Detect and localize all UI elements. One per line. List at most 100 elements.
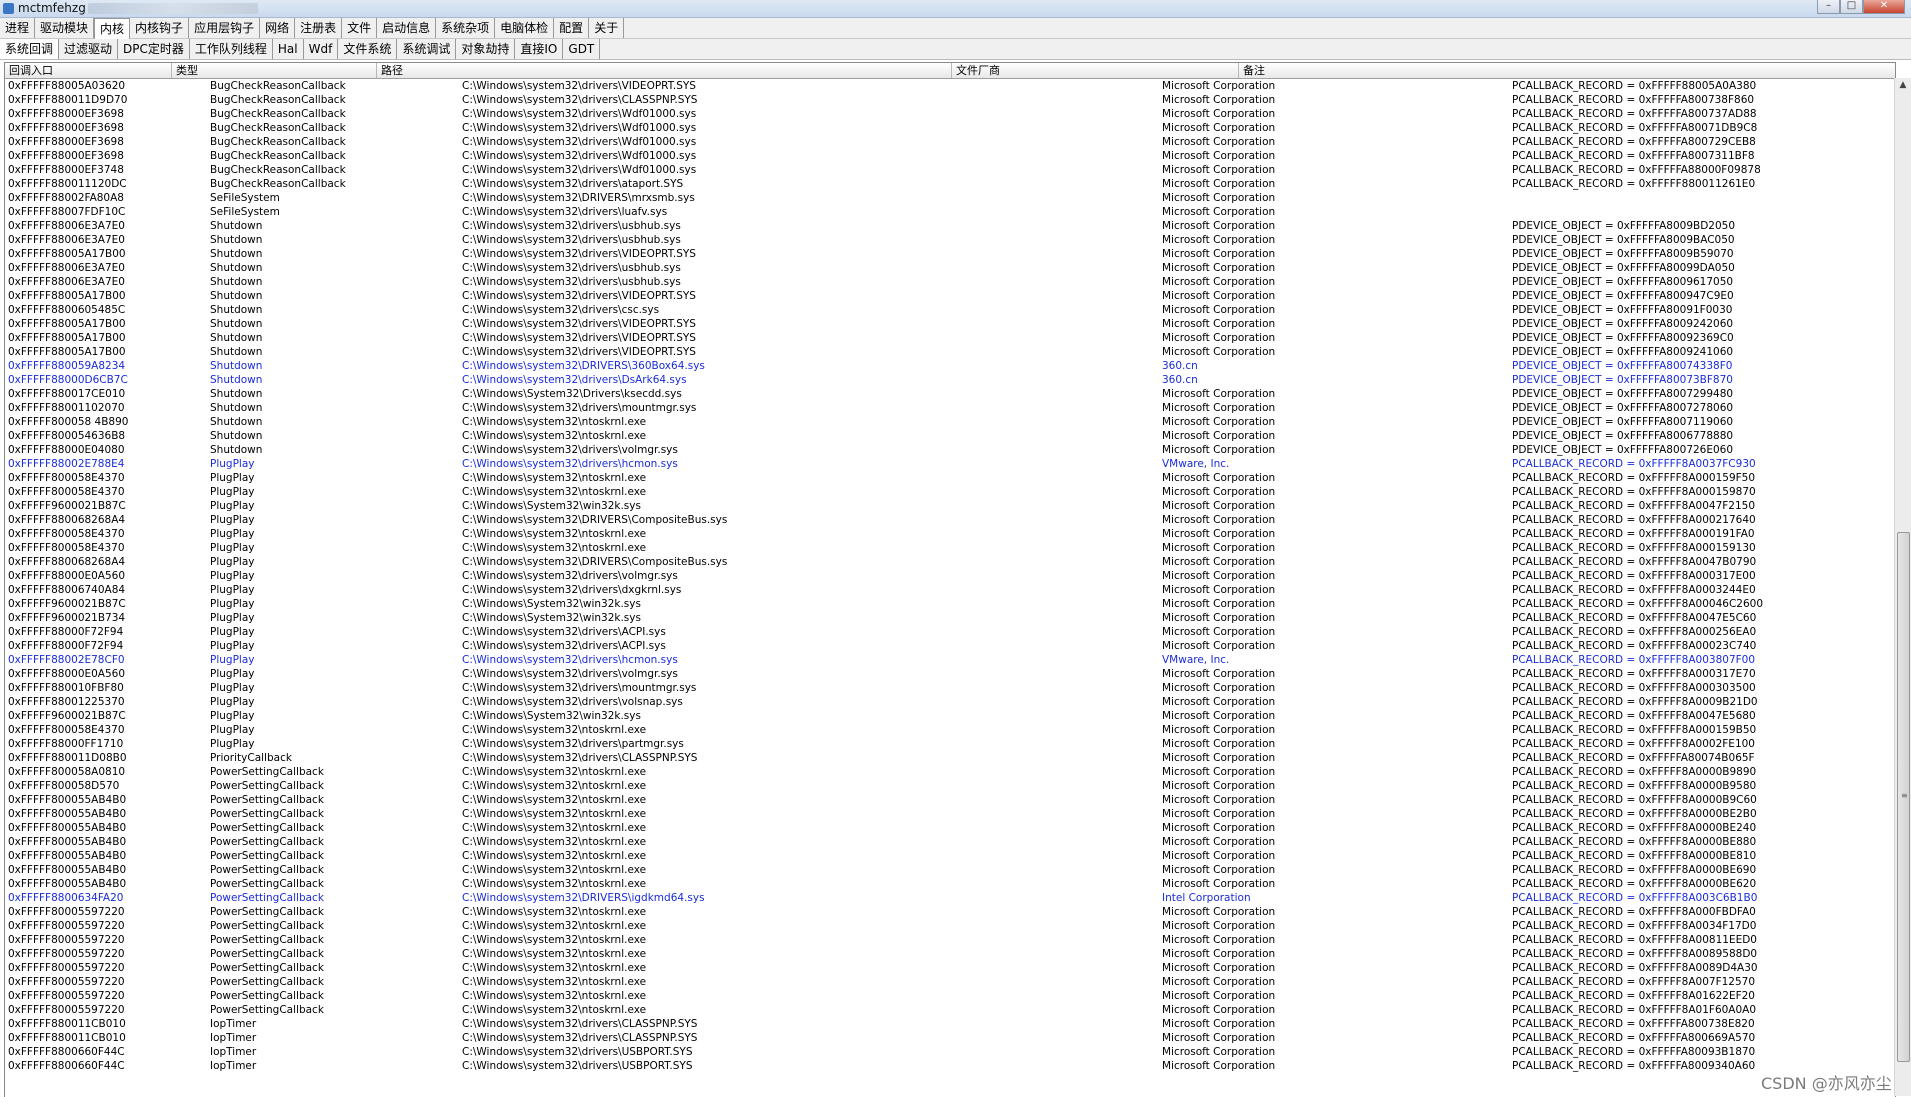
table-row[interactable]: 0xFFFFF88000E0A560 PlugPlay C:\Windows\sys…	[5, 569, 1895, 583]
subtab-1[interactable]: 过滤驱动	[59, 39, 119, 59]
subtab-6[interactable]: 文件系统	[338, 39, 398, 59]
tab-9[interactable]: 系统杂项	[436, 18, 496, 38]
table-row[interactable]: 0xFFFFF88000D6CB7C Shutdown C:\Windows\sys…	[5, 373, 1895, 387]
table-row[interactable]: 0xFFFFF80005597220 PowerSettingCallback C:…	[5, 975, 1895, 989]
table-row[interactable]: 0xFFFFF880017CE010 Shutdown C:\Windows\Sys…	[5, 387, 1895, 401]
subtab-10[interactable]: GDT	[563, 39, 601, 59]
table-row[interactable]: 0xFFFFF800058E4370 PlugPlay C:\Windows\sys…	[5, 723, 1895, 737]
table-row[interactable]: 0xFFFFF9600021B87C PlugPlay C:\Windows\Sys…	[5, 499, 1895, 513]
table-row[interactable]: 0xFFFFF88005A17B00 Shutdown C:\Windows\sys…	[5, 317, 1895, 331]
subtab-3[interactable]: 工作队列线程	[190, 39, 273, 59]
table-row[interactable]: 0xFFFFF9600021B87C PlugPlay C:\Windows\Sys…	[5, 597, 1895, 611]
table-row[interactable]: 0xFFFFF88002FA80A8 SeFileSystem C:\Windows…	[5, 191, 1895, 205]
tab-4[interactable]: 应用层钩子	[189, 18, 261, 38]
table-row[interactable]: 0xFFFFF800055AB4B0 PowerSettingCallback C:…	[5, 877, 1895, 891]
table-row[interactable]: 0xFFFFF800055AB4B0 PowerSettingCallback C:…	[5, 821, 1895, 835]
tab-6[interactable]: 注册表	[295, 18, 343, 38]
table-row[interactable]: 0xFFFFF800058 4B890 Shutdown C:\Windows\sy…	[5, 415, 1895, 429]
table-row[interactable]: 0xFFFFF800055AB4B0 PowerSettingCallback C:…	[5, 863, 1895, 877]
table-row[interactable]: 0xFFFFF8800605485C Shutdown C:\Windows\sys…	[5, 303, 1895, 317]
table-row[interactable]: 0xFFFFF88006E3A7E0 Shutdown C:\Windows\sys…	[5, 275, 1895, 289]
table-row[interactable]: 0xFFFFF88005A17B00 Shutdown C:\Windows\sys…	[5, 345, 1895, 359]
table-row[interactable]: 0xFFFFF88001225370 PlugPlay C:\Windows\sys…	[5, 695, 1895, 709]
table-row[interactable]: 0xFFFFF80005597220 PowerSettingCallback C:…	[5, 1003, 1895, 1017]
table-row[interactable]: 0xFFFFF800055AB4B0 PowerSettingCallback C:…	[5, 849, 1895, 863]
table-row[interactable]: 0xFFFFF800058A0810 PowerSettingCallback C:…	[5, 765, 1895, 779]
table-row[interactable]: 0xFFFFF88000EF3698 BugCheckReasonCallback…	[5, 121, 1895, 135]
column-header-type[interactable]: 类型	[171, 63, 376, 78]
table-row[interactable]: 0xFFFFF800058E4370 PlugPlay C:\Windows\sys…	[5, 485, 1895, 499]
table-row[interactable]: 0xFFFFF800058D570 PowerSettingCallback C:\…	[5, 779, 1895, 793]
table-row[interactable]: 0xFFFFF880011CB010 IopTimer C:\Windows\sys…	[5, 1017, 1895, 1031]
table-row[interactable]: 0xFFFFF88000FF1710 PlugPlay C:\Windows\sys…	[5, 737, 1895, 751]
table-row[interactable]: 0xFFFFF88000EF3698 BugCheckReasonCallback…	[5, 149, 1895, 163]
table-row[interactable]: 0xFFFFF80005597220 PowerSettingCallback C:…	[5, 989, 1895, 1003]
table-row[interactable]: 0xFFFFF88006E3A7E0 Shutdown C:\Windows\sys…	[5, 219, 1895, 233]
table-row[interactable]: 0xFFFFF80005597220 PowerSettingCallback C:…	[5, 919, 1895, 933]
table-row[interactable]: 0xFFFFF9600021B734 PlugPlay C:\Windows\Sys…	[5, 611, 1895, 625]
table-row[interactable]: 0xFFFFF880011CB010 IopTimer C:\Windows\sys…	[5, 1031, 1895, 1045]
tab-2[interactable]: 内核	[94, 18, 131, 40]
table-row[interactable]: 0xFFFFF8800660F44C IopTimer C:\Windows\sys…	[5, 1059, 1895, 1073]
tab-3[interactable]: 内核钩子	[130, 18, 190, 38]
table-row[interactable]: 0xFFFFF88000EF3698 BugCheckReasonCallback…	[5, 107, 1895, 121]
table-row[interactable]: 0xFFFFF880010FBF80 PlugPlay C:\Windows\sys…	[5, 681, 1895, 695]
column-header-vendor[interactable]: 文件厂商	[951, 63, 1238, 78]
column-header-note[interactable]: 备注	[1238, 63, 1895, 78]
tab-1[interactable]: 驱动模块	[35, 18, 95, 38]
table-row[interactable]: 0xFFFFF88000EF3698 BugCheckReasonCallback…	[5, 135, 1895, 149]
table-row[interactable]: 0xFFFFF880011D08B0 PriorityCallback C:\Win…	[5, 751, 1895, 765]
subtab-2[interactable]: DPC定时器	[118, 39, 190, 59]
minimize-button[interactable]: –	[1817, 0, 1840, 14]
table-row[interactable]: 0xFFFFF8800634FA20 PowerSettingCallback C:…	[5, 891, 1895, 905]
table-row[interactable]: 0xFFFFF88005A17B00 Shutdown C:\Windows\sys…	[5, 247, 1895, 261]
table-row[interactable]: 0xFFFFF800058E4370 PlugPlay C:\Windows\sys…	[5, 527, 1895, 541]
table-row[interactable]: 0xFFFFF880068268A4 PlugPlay C:\Windows\sys…	[5, 513, 1895, 527]
table-row[interactable]: 0xFFFFF88002E78CF0 PlugPlay C:\Windows\sys…	[5, 653, 1895, 667]
table-row[interactable]: 0xFFFFF800058E4370 PlugPlay C:\Windows\sys…	[5, 541, 1895, 555]
table-row[interactable]: 0xFFFFF880011120DC BugCheckReasonCallback…	[5, 177, 1895, 191]
table-row[interactable]: 0xFFFFF800058E4370 PlugPlay C:\Windows\sys…	[5, 471, 1895, 485]
table-row[interactable]: 0xFFFFF88002E788E4 PlugPlay C:\Windows\sys…	[5, 457, 1895, 471]
table-row[interactable]: 0xFFFFF80005597220 PowerSettingCallback C:…	[5, 905, 1895, 919]
table-row[interactable]: 0xFFFFF9600021B87C PlugPlay C:\Windows\Sys…	[5, 709, 1895, 723]
maximize-button[interactable]: □	[1840, 0, 1863, 14]
column-header-path[interactable]: 路径	[376, 63, 951, 78]
tab-10[interactable]: 电脑体检	[495, 18, 555, 38]
table-row[interactable]: 0xFFFFF88000E04080 Shutdown C:\Windows\sys…	[5, 443, 1895, 457]
tab-0[interactable]: 进程	[0, 18, 36, 38]
table-row[interactable]: 0xFFFFF88005A03620 BugCheckReasonCallback…	[5, 79, 1895, 93]
scroll-up-arrow-icon[interactable]: ▲	[1895, 78, 1911, 92]
table-row[interactable]: 0xFFFFF80005597220 PowerSettingCallback C:…	[5, 961, 1895, 975]
table-row[interactable]: 0xFFFFF80005597220 PowerSettingCallback C:…	[5, 947, 1895, 961]
subtab-5[interactable]: Wdf	[304, 39, 339, 59]
tab-11[interactable]: 配置	[554, 18, 590, 38]
table-row[interactable]: 0xFFFFF88001102070 Shutdown C:\Windows\sys…	[5, 401, 1895, 415]
table-row[interactable]: 0xFFFFF800055AB4B0 PowerSettingCallback C:…	[5, 807, 1895, 821]
table-row[interactable]: 0xFFFFF8800660F44C IopTimer C:\Windows\sys…	[5, 1045, 1895, 1059]
table-row[interactable]: 0xFFFFF88006740A84 PlugPlay C:\Windows\sys…	[5, 583, 1895, 597]
subtab-4[interactable]: Hal	[273, 39, 304, 59]
subtab-0[interactable]: 系统回调	[0, 39, 60, 59]
subtab-7[interactable]: 系统调试	[397, 39, 457, 59]
table-row[interactable]: 0xFFFFF880068268A4 PlugPlay C:\Windows\sys…	[5, 555, 1895, 569]
subtab-9[interactable]: 直接IO	[515, 39, 564, 59]
table-row[interactable]: 0xFFFFF80005597220 PowerSettingCallback C:…	[5, 933, 1895, 947]
vertical-scrollbar[interactable]: ▲ ≡	[1894, 78, 1911, 1096]
table-row[interactable]: 0xFFFFF88006E3A7E0 Shutdown C:\Windows\sys…	[5, 261, 1895, 275]
table-row[interactable]: 0xFFFFF880011D9D70 BugCheckReasonCallback…	[5, 93, 1895, 107]
tab-12[interactable]: 关于	[589, 18, 625, 38]
tab-7[interactable]: 文件	[342, 18, 378, 38]
table-row[interactable]: 0xFFFFF880059A8234 Shutdown C:\Windows\sys…	[5, 359, 1895, 373]
table-row[interactable]: 0xFFFFF88005A17B00 Shutdown C:\Windows\sys…	[5, 289, 1895, 303]
subtab-8[interactable]: 对象劫持	[456, 39, 516, 59]
tab-8[interactable]: 启动信息	[377, 18, 437, 38]
table-row[interactable]: 0xFFFFF800055AB4B0 PowerSettingCallback C:…	[5, 793, 1895, 807]
table-row[interactable]: 0xFFFFF88007FDF10C SeFileSystem C:\Windows…	[5, 205, 1895, 219]
table-row[interactable]: 0xFFFFF88005A17B00 Shutdown C:\Windows\sys…	[5, 331, 1895, 345]
table-row[interactable]: 0xFFFFF88000F72F94 PlugPlay C:\Windows\sys…	[5, 625, 1895, 639]
table-row[interactable]: 0xFFFFF800055AB4B0 PowerSettingCallback C:…	[5, 835, 1895, 849]
table-row[interactable]: 0xFFFFF88000F72F94 PlugPlay C:\Windows\sys…	[5, 639, 1895, 653]
table-row[interactable]: 0xFFFFF88000E0A560 PlugPlay C:\Windows\sys…	[5, 667, 1895, 681]
column-header-entry[interactable]: 回调入口	[5, 63, 171, 78]
